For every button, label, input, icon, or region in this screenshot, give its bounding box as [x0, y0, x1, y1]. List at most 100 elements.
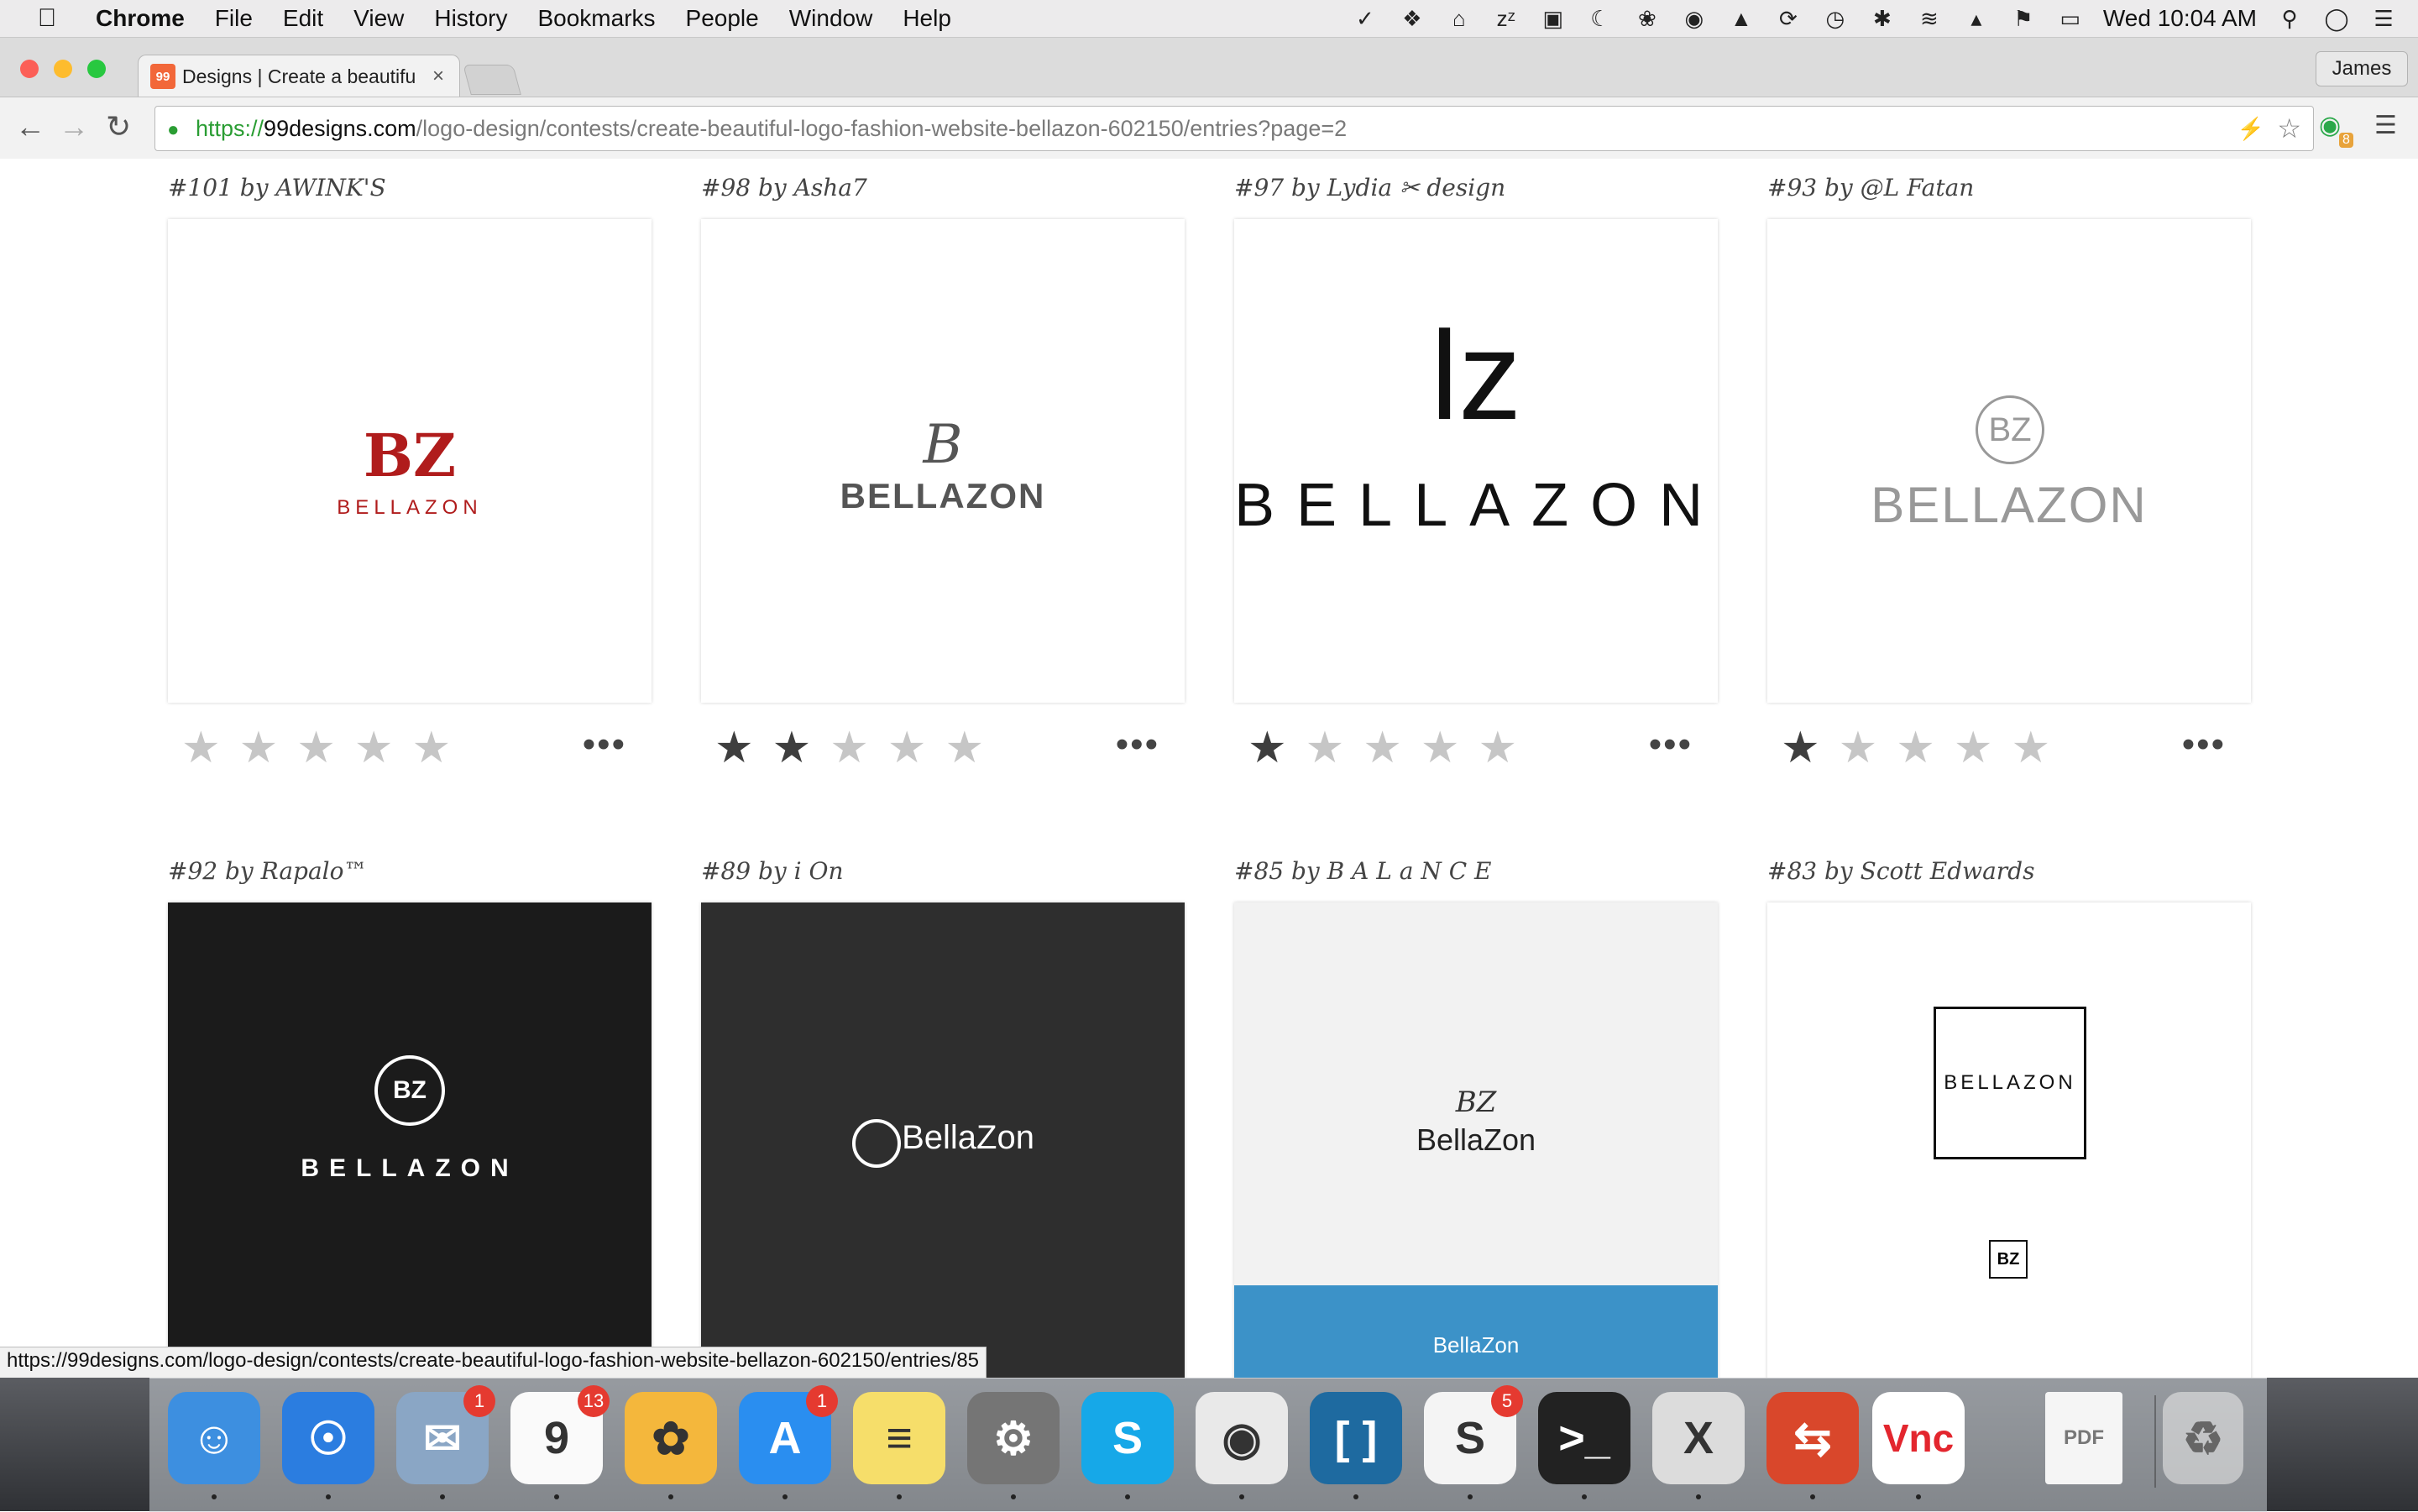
lightning-icon[interactable]: ⚡ — [2237, 116, 2264, 142]
wifi-icon[interactable]: ≋ — [1915, 6, 1944, 31]
more-options-icon[interactable]: ••• — [1116, 726, 1159, 763]
apple-menu-icon[interactable]:  — [24, 4, 71, 33]
entry-title[interactable]: #93 by @L Fatan — [1767, 174, 1974, 201]
chrome-menu-icon[interactable]: ☰ — [2374, 111, 2397, 140]
photos-icon[interactable]: ✿ — [625, 1392, 717, 1499]
sync-icon[interactable]: ⟳ — [1774, 6, 1803, 31]
calendar-icon[interactable]: 9 13 — [510, 1385, 610, 1499]
menu-file[interactable]: File — [215, 5, 253, 32]
entry-title[interactable]: #101 by AWINK'S — [168, 174, 386, 201]
drive-icon[interactable]: ▲ — [1727, 6, 1756, 31]
x11-icon[interactable]: X — [1652, 1392, 1745, 1499]
sleep-icon[interactable]: zᶻ — [1492, 6, 1520, 31]
evernote-icon[interactable]: ❀ — [1633, 6, 1662, 31]
star-icon[interactable]: ★ — [1896, 726, 1935, 770]
star-icon[interactable]: ★ — [1479, 726, 1518, 770]
terminal-icon[interactable]: >_ — [1538, 1392, 1630, 1499]
volume-icon[interactable]: ▴ — [1962, 6, 1991, 31]
star-icon[interactable]: ★ — [1363, 726, 1402, 770]
back-icon[interactable]: ← — [15, 109, 45, 144]
menu-edit[interactable]: Edit — [283, 5, 323, 32]
star-icon[interactable]: ★ — [1306, 726, 1345, 770]
zoom-window-button[interactable] — [87, 60, 106, 78]
more-options-icon[interactable]: ••• — [1649, 726, 1693, 763]
star-icon[interactable]: ★ — [296, 726, 336, 770]
spotlight-search-icon[interactable]: ⚲ — [2275, 6, 2304, 31]
menu-bookmarks[interactable]: Bookmarks — [537, 5, 655, 32]
grammarly-icon[interactable]: ◉ — [2319, 111, 2341, 140]
vnc-viewer-icon[interactable]: Vnc — [1872, 1392, 1965, 1499]
menu-app-name[interactable]: Chrome — [96, 5, 185, 32]
entry-title[interactable]: #85 by B A L a N C E — [1234, 857, 1491, 885]
flag-icon[interactable]: ⚑ — [2009, 6, 2038, 31]
clock[interactable]: Wed 10:04 AM — [2103, 5, 2257, 32]
star-icon[interactable]: ★ — [412, 726, 452, 770]
star-icon[interactable]: ★ — [1954, 726, 1993, 770]
entry-thumbnail[interactable]: BellaZon — [701, 902, 1185, 1378]
entry-thumbnail[interactable]: BZ BELLAZON — [168, 219, 652, 703]
star-rating[interactable]: ★ ★ ★ ★ ★ — [1781, 726, 2050, 770]
menu-people[interactable]: People — [686, 5, 759, 32]
dropbox-icon[interactable]: ❖ — [1398, 6, 1426, 31]
remote-desktop-icon[interactable]: ⇆ — [1766, 1392, 1859, 1499]
close-window-button[interactable] — [20, 60, 39, 78]
star-rating[interactable]: ★ ★ ★ ★ ★ — [1248, 726, 1517, 770]
bluetooth-icon[interactable]: ✱ — [1868, 6, 1897, 31]
finder-icon[interactable]: ☺ — [168, 1392, 260, 1499]
stack-icon[interactable]: ▣ — [1539, 6, 1568, 31]
more-options-icon[interactable]: ••• — [583, 726, 626, 763]
entry-thumbnail[interactable]: BELLAZON BZ — [1767, 902, 2251, 1378]
menu-view[interactable]: View — [353, 5, 404, 32]
star-icon[interactable]: ★ — [239, 726, 279, 770]
skype-icon[interactable]: S — [1081, 1392, 1174, 1499]
entry-title[interactable]: #92 by Rapalo™ — [168, 857, 367, 885]
entry-title[interactable]: #97 by Lydia ✂ design — [1234, 174, 1505, 201]
reload-icon[interactable]: ↻ — [106, 109, 131, 144]
system-preferences-icon[interactable]: ⚙ — [967, 1392, 1060, 1499]
star-icon[interactable]: ★ — [1421, 726, 1460, 770]
user-icon[interactable]: ◯ — [2322, 6, 2351, 31]
profile-button[interactable]: James — [2316, 51, 2408, 86]
star-icon[interactable]: ★ — [1248, 726, 1287, 770]
entry-title[interactable]: #89 by i On — [701, 857, 843, 885]
entry-title[interactable]: #98 by Asha7 — [701, 174, 867, 201]
forward-icon[interactable]: → — [59, 109, 89, 144]
mail-icon[interactable]: ✉ 1 — [396, 1385, 495, 1499]
browser-tab[interactable]: 99 Designs | Create a beautifu × — [138, 55, 460, 97]
entry-thumbnail[interactable]: BZ BELLAZON — [1767, 219, 2251, 703]
star-icon[interactable]: ★ — [1781, 726, 1820, 770]
more-options-icon[interactable]: ••• — [2182, 726, 2226, 763]
safari-icon[interactable]: ☉ — [282, 1392, 374, 1499]
trash-icon[interactable]: ♻ — [2163, 1392, 2243, 1484]
entry-thumbnail[interactable]: lz BELLAZON — [1234, 219, 1718, 703]
menu-help[interactable]: Help — [903, 5, 951, 32]
slack-icon[interactable]: S5 — [1424, 1385, 1523, 1499]
close-tab-icon[interactable]: × — [432, 65, 444, 88]
menu-window[interactable]: Window — [789, 5, 873, 32]
entry-title[interactable]: #83 by Scott Edwards — [1767, 857, 2034, 885]
battery-icon[interactable]: ▭ — [2056, 6, 2085, 31]
brackets-icon[interactable]: [ ] — [1310, 1392, 1402, 1499]
notification-center-icon[interactable]: ☰ — [2369, 6, 2398, 31]
star-icon[interactable]: ★ — [181, 726, 221, 770]
address-bar[interactable]: ● https://99designs.com/logo-design/cont… — [154, 106, 2314, 151]
moon-icon[interactable]: ☾ — [1586, 6, 1615, 31]
bookmark-star-icon[interactable]: ☆ — [2277, 112, 2301, 144]
star-icon[interactable]: ★ — [354, 726, 394, 770]
app-store-icon[interactable]: A1 — [739, 1385, 838, 1499]
entry-thumbnail[interactable]: BZ BELLAZON — [168, 902, 652, 1378]
star-rating[interactable]: ★ ★ ★ ★ ★ — [181, 726, 451, 770]
notes-icon[interactable]: ≡ — [853, 1392, 945, 1499]
time-machine-icon[interactable]: ◷ — [1821, 6, 1850, 31]
pdf-document-icon[interactable]: PDF — [2045, 1392, 2122, 1484]
star-icon[interactable]: ★ — [887, 726, 927, 770]
menu-history[interactable]: History — [434, 5, 507, 32]
star-icon[interactable]: ★ — [2012, 726, 2051, 770]
chrome-icon[interactable]: ◉ — [1196, 1392, 1288, 1499]
star-rating[interactable]: ★ ★ ★ ★ ★ — [714, 726, 984, 770]
star-icon[interactable]: ★ — [714, 726, 754, 770]
home-icon[interactable]: ⌂ — [1445, 6, 1473, 31]
entry-thumbnail[interactable]: B BELLAZON — [701, 219, 1185, 703]
checkmark-icon[interactable]: ✓ — [1351, 6, 1379, 31]
star-icon[interactable]: ★ — [772, 726, 812, 770]
